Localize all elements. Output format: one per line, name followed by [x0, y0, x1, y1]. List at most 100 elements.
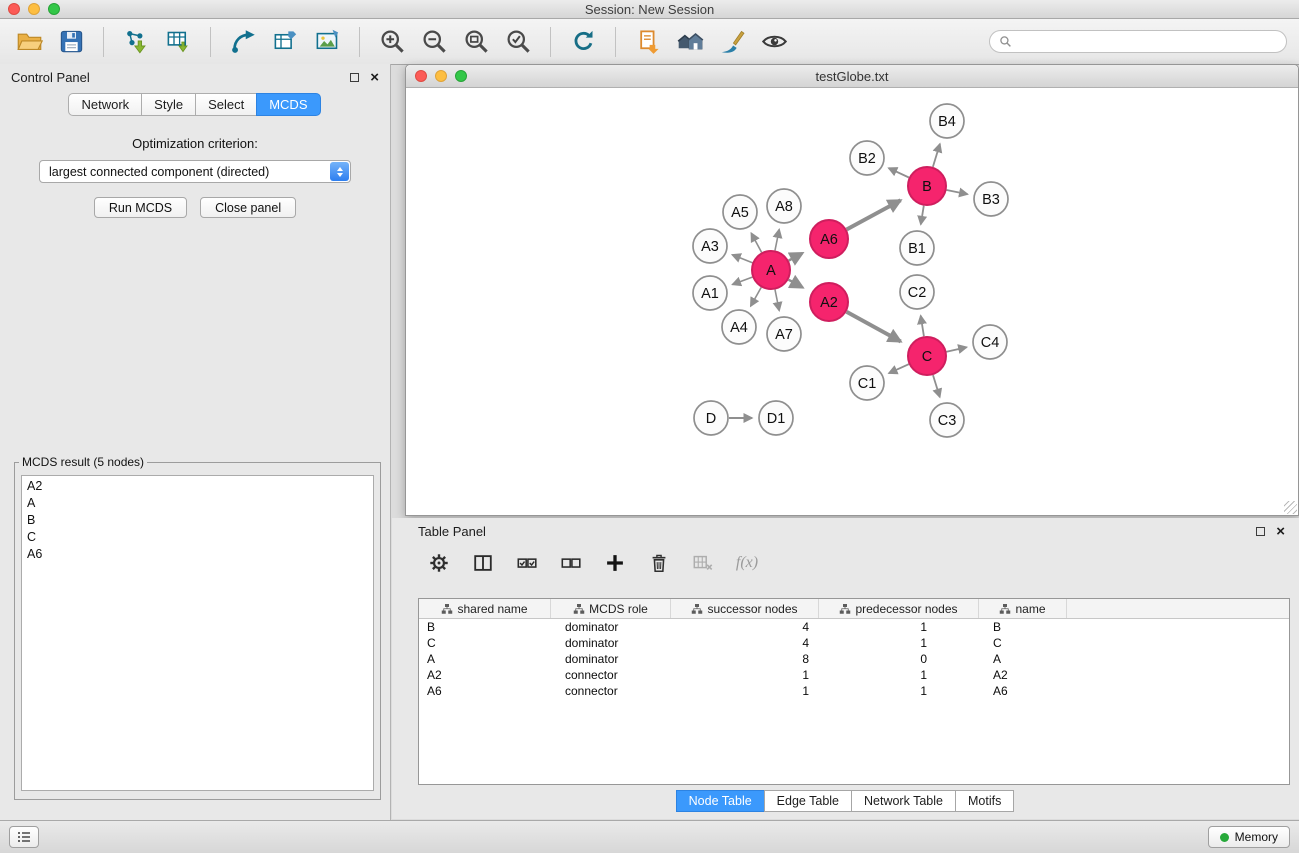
graph-node-D[interactable]: D [694, 401, 728, 435]
graph-node-B[interactable]: B [908, 167, 946, 205]
graph-node-B1[interactable]: B1 [900, 231, 934, 265]
import-network-from-file-button[interactable] [119, 25, 153, 59]
table-row[interactable]: Cdominator41C [419, 635, 1289, 651]
graph-edge-B-B4[interactable] [933, 144, 940, 167]
select-all-button[interactable] [514, 550, 540, 576]
graph-edge-A-A7[interactable] [775, 290, 779, 311]
float-table-panel-icon[interactable] [1256, 527, 1265, 536]
column-header-name[interactable]: name [979, 599, 1067, 618]
mcds-result-list[interactable]: A2ABCA6 [21, 475, 374, 791]
column-header-mcds-role[interactable]: MCDS role [551, 599, 671, 618]
memory-button[interactable]: Memory [1208, 826, 1290, 848]
zoom-out-button[interactable] [417, 25, 451, 59]
mcds-result-item[interactable]: B [22, 512, 373, 529]
show-hide-button[interactable] [757, 25, 791, 59]
export-network-button[interactable] [226, 25, 260, 59]
zoom-fit-button[interactable] [459, 25, 493, 59]
tab-style[interactable]: Style [141, 93, 196, 116]
graph-node-C3[interactable]: C3 [930, 403, 964, 437]
float-panel-icon[interactable] [350, 73, 359, 82]
export-image-button[interactable] [310, 25, 344, 59]
mcds-result-item[interactable]: A [22, 495, 373, 512]
network-window-titlebar[interactable]: testGlobe.txt [406, 65, 1298, 88]
zoom-selected-button[interactable] [501, 25, 535, 59]
mcds-result-item[interactable]: A2 [22, 478, 373, 495]
graph-node-A[interactable]: A [752, 251, 790, 289]
graph-node-A1[interactable]: A1 [693, 276, 727, 310]
close-network-window-button[interactable] [415, 70, 427, 82]
graph-node-B4[interactable]: B4 [930, 104, 964, 138]
maximize-network-window-button[interactable] [455, 70, 467, 82]
graph-edge-A2-C[interactable] [847, 312, 901, 342]
home-button[interactable] [673, 25, 707, 59]
show-columns-button[interactable] [470, 550, 496, 576]
zoom-in-button[interactable] [375, 25, 409, 59]
graph-edge-A-A5[interactable] [751, 233, 761, 252]
tab-node-table[interactable]: Node Table [676, 790, 765, 812]
graph-edge-C-C1[interactable] [889, 364, 909, 373]
graph-node-C2[interactable]: C2 [900, 275, 934, 309]
apply-layout-button[interactable] [566, 25, 600, 59]
column-header-successor-nodes[interactable]: successor nodes [671, 599, 819, 618]
save-session-button[interactable] [54, 25, 88, 59]
graph-edge-B-B2[interactable] [889, 168, 909, 177]
graph-node-A3[interactable]: A3 [693, 229, 727, 263]
network-canvas[interactable]: B4 B2 B B3 A5 A8 A6 B1 A3 A C2 A1 A2 A4 A7 C4 C C1 C3 D D1 [406, 88, 1298, 515]
search-input[interactable] [1017, 35, 1277, 49]
export-table-button[interactable] [268, 25, 302, 59]
graph-edge-C-C3[interactable] [933, 375, 940, 397]
tab-mcds[interactable]: MCDS [256, 93, 320, 116]
tab-select[interactable]: Select [195, 93, 257, 116]
annotate-button[interactable] [715, 25, 749, 59]
graph-node-C4[interactable]: C4 [973, 325, 1007, 359]
mcds-result-item[interactable]: A6 [22, 546, 373, 563]
table-row[interactable]: Adominator80A [419, 651, 1289, 667]
graph-edge-A-A4[interactable] [751, 287, 762, 306]
close-panel-icon[interactable]: × [370, 70, 379, 85]
minimize-network-window-button[interactable] [435, 70, 447, 82]
table-row[interactable]: Bdominator41B [419, 619, 1289, 635]
close-window-button[interactable] [8, 3, 20, 15]
tab-edge-table[interactable]: Edge Table [764, 790, 852, 812]
close-table-panel-icon[interactable]: × [1276, 524, 1285, 539]
table-row[interactable]: A6connector11A6 [419, 683, 1289, 699]
delete-row-button[interactable] [646, 550, 672, 576]
graph-edge-A-A2[interactable] [789, 280, 803, 288]
optimization-dropdown[interactable]: largest connected component (directed) [39, 160, 351, 183]
graph-edge-C-C2[interactable] [921, 316, 924, 337]
minimize-window-button[interactable] [28, 3, 40, 15]
tab-motifs[interactable]: Motifs [955, 790, 1014, 812]
close-panel-button[interactable]: Close panel [200, 197, 296, 218]
graph-node-B2[interactable]: B2 [850, 141, 884, 175]
graph-edge-A-A1[interactable] [733, 277, 753, 284]
run-mcds-button[interactable]: Run MCDS [94, 197, 187, 218]
graph-edge-B-B1[interactable] [921, 206, 924, 225]
graph-node-A6[interactable]: A6 [810, 220, 848, 258]
mcds-result-item[interactable]: C [22, 529, 373, 546]
column-header-predecessor-nodes[interactable]: predecessor nodes [819, 599, 979, 618]
graph-node-A5[interactable]: A5 [723, 195, 757, 229]
graph-node-A8[interactable]: A8 [767, 189, 801, 223]
graph-node-B3[interactable]: B3 [974, 182, 1008, 216]
graph-node-D1[interactable]: D1 [759, 401, 793, 435]
graph-edge-B-B3[interactable] [947, 190, 968, 194]
graph-edge-C-C4[interactable] [947, 347, 967, 352]
delete-column-button[interactable] [690, 550, 716, 576]
import-table-from-file-button[interactable] [161, 25, 195, 59]
tab-network[interactable]: Network [68, 93, 142, 116]
unselect-all-button[interactable] [558, 550, 584, 576]
graph-edge-A-A6[interactable] [789, 253, 803, 261]
graph-node-A2[interactable]: A2 [810, 283, 848, 321]
manage-networks-button[interactable] [631, 25, 665, 59]
graph-edge-A-A3[interactable] [732, 255, 752, 263]
fullscreen-window-button[interactable] [48, 3, 60, 15]
table-row[interactable]: A2connector11A2 [419, 667, 1289, 683]
graph-edge-A6-B[interactable] [847, 200, 901, 229]
graph-node-C1[interactable]: C1 [850, 366, 884, 400]
graph-node-A4[interactable]: A4 [722, 310, 756, 344]
table-settings-button[interactable] [426, 550, 452, 576]
graph-node-A7[interactable]: A7 [767, 317, 801, 351]
column-header-shared-name[interactable]: shared name [419, 599, 551, 618]
graph-node-C[interactable]: C [908, 337, 946, 375]
open-session-button[interactable] [12, 25, 46, 59]
